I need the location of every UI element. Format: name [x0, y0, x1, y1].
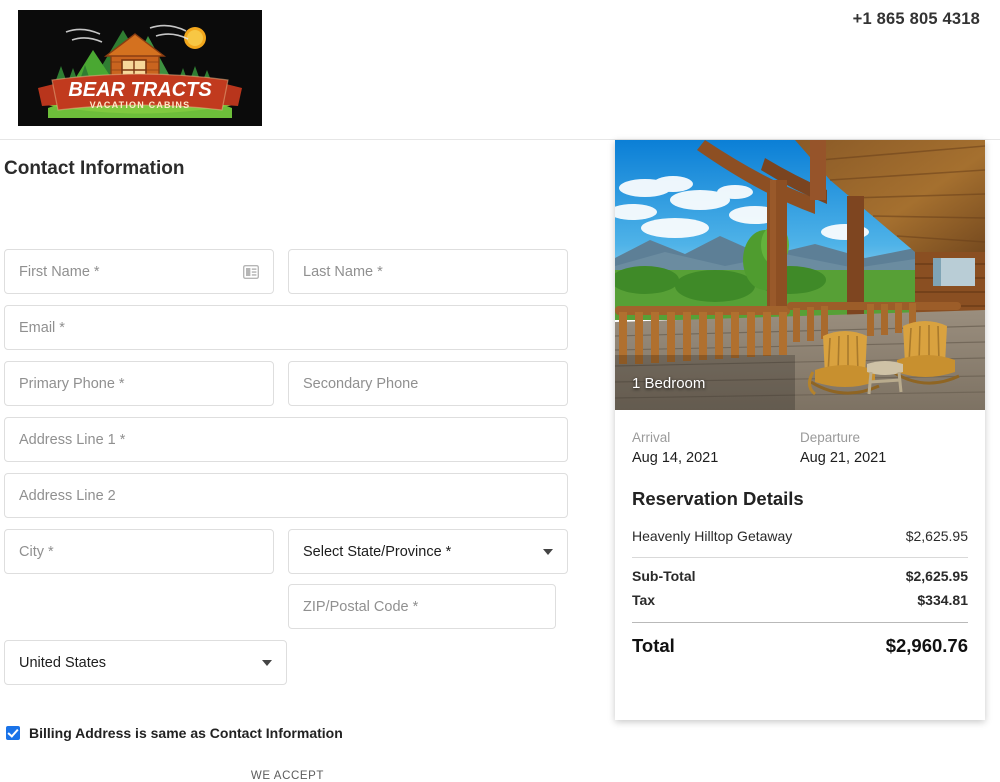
- arrival-date: Aug 14, 2021: [632, 450, 719, 466]
- secondary-phone-placeholder: Secondary Phone: [303, 375, 419, 392]
- last-name-placeholder: Last Name *: [303, 263, 383, 280]
- last-name-input[interactable]: Last Name *: [288, 249, 568, 294]
- we-accept-section: WE ACCEPT MasterCard VISA: [0, 770, 575, 782]
- country-value: United States: [19, 654, 107, 671]
- cabin-photo-artwork: [615, 140, 985, 410]
- email-input[interactable]: Email *: [4, 305, 568, 350]
- reservation-details-title: Reservation Details: [632, 488, 804, 509]
- primary-phone-input[interactable]: Primary Phone *: [4, 361, 274, 406]
- zip-postal-code-input[interactable]: ZIP/Postal Code *: [288, 584, 556, 629]
- arrival-block: Arrival Aug 14, 2021: [632, 430, 800, 466]
- tax-row: Tax $334.81: [632, 588, 968, 612]
- logo-artwork: BEAR TRACTS VACATION CABINS: [18, 10, 262, 126]
- billing-same-as-contact-checkbox-row[interactable]: Billing Address is same as Contact Infor…: [6, 725, 343, 741]
- departure-date: Aug 21, 2021: [800, 450, 887, 466]
- header-phone-number[interactable]: +1 865 805 4318: [853, 10, 980, 29]
- divider: [632, 557, 968, 558]
- state-province-value: Select State/Province *: [303, 543, 452, 560]
- checkout-page: BEAR TRACTS VACATION CABINS +1 865 805 4…: [0, 0, 1000, 782]
- zip-postal-code-placeholder: ZIP/Postal Code *: [303, 598, 419, 615]
- country-select[interactable]: United States: [4, 640, 287, 685]
- tax-value: $334.81: [917, 592, 968, 608]
- city-input[interactable]: City *: [4, 529, 274, 574]
- departure-label: Departure: [800, 430, 861, 445]
- departure-block: Departure Aug 21, 2021: [800, 430, 968, 466]
- reservation-summary-panel: 1 Bedroom Arrival Aug 14, 2021 Departure…: [615, 140, 985, 720]
- divider: [632, 622, 968, 623]
- chevron-down-icon: [543, 548, 553, 555]
- address-line-1-input[interactable]: Address Line 1 *: [4, 417, 568, 462]
- primary-phone-placeholder: Primary Phone *: [19, 375, 125, 392]
- line-item-amount: $2,625.95: [905, 528, 968, 544]
- email-placeholder: Email *: [19, 319, 65, 336]
- total-label: Total: [632, 635, 675, 656]
- chevron-down-icon: [262, 659, 272, 666]
- billing-same-checkbox[interactable]: [6, 726, 20, 740]
- address-line-1-placeholder: Address Line 1 *: [19, 431, 126, 448]
- first-name-placeholder: First Name *: [19, 263, 100, 280]
- line-item-label: Heavenly Hilltop Getaway: [632, 528, 793, 544]
- logo-title-text: BEAR TRACTS: [68, 79, 212, 101]
- city-placeholder: City *: [19, 543, 54, 560]
- address-line-2-placeholder: Address Line 2: [19, 487, 116, 504]
- total-value: $2,960.76: [885, 635, 968, 656]
- first-name-input[interactable]: First Name *: [4, 249, 274, 294]
- subtotal-row: Sub-Total $2,625.95: [632, 564, 968, 588]
- address-line-2-input[interactable]: Address Line 2: [4, 473, 568, 518]
- reservation-details-body: Arrival Aug 14, 2021 Departure Aug 21, 2…: [615, 410, 985, 657]
- subtotal-label: Sub-Total: [632, 568, 696, 584]
- site-logo[interactable]: BEAR TRACTS VACATION CABINS: [18, 10, 262, 126]
- contact-card-icon[interactable]: [243, 264, 259, 279]
- secondary-phone-input[interactable]: Secondary Phone: [288, 361, 568, 406]
- arrival-label: Arrival: [632, 430, 671, 445]
- reservation-line-item: Heavenly Hilltop Getaway $2,625.95: [632, 524, 968, 548]
- tax-label: Tax: [632, 592, 656, 608]
- state-province-select[interactable]: Select State/Province *: [288, 529, 568, 574]
- contact-information-form: Contact Information First Name * Last Na…: [0, 140, 600, 782]
- site-header: BEAR TRACTS VACATION CABINS +1 865 805 4…: [0, 0, 1000, 140]
- subtotal-value: $2,625.95: [905, 568, 968, 584]
- billing-same-checkbox-label: Billing Address is same as Contact Infor…: [29, 725, 343, 741]
- total-row: Total $2,960.76: [632, 625, 968, 657]
- we-accept-title: WE ACCEPT: [250, 770, 325, 782]
- section-title-contact-information: Contact Information: [4, 158, 185, 179]
- logo-subtitle-text: VACATION CABINS: [90, 100, 191, 110]
- cabin-photo: 1 Bedroom: [615, 140, 985, 410]
- photo-caption-bedrooms: 1 Bedroom: [632, 375, 706, 392]
- stay-dates: Arrival Aug 14, 2021 Departure Aug 21, 2…: [632, 430, 968, 466]
